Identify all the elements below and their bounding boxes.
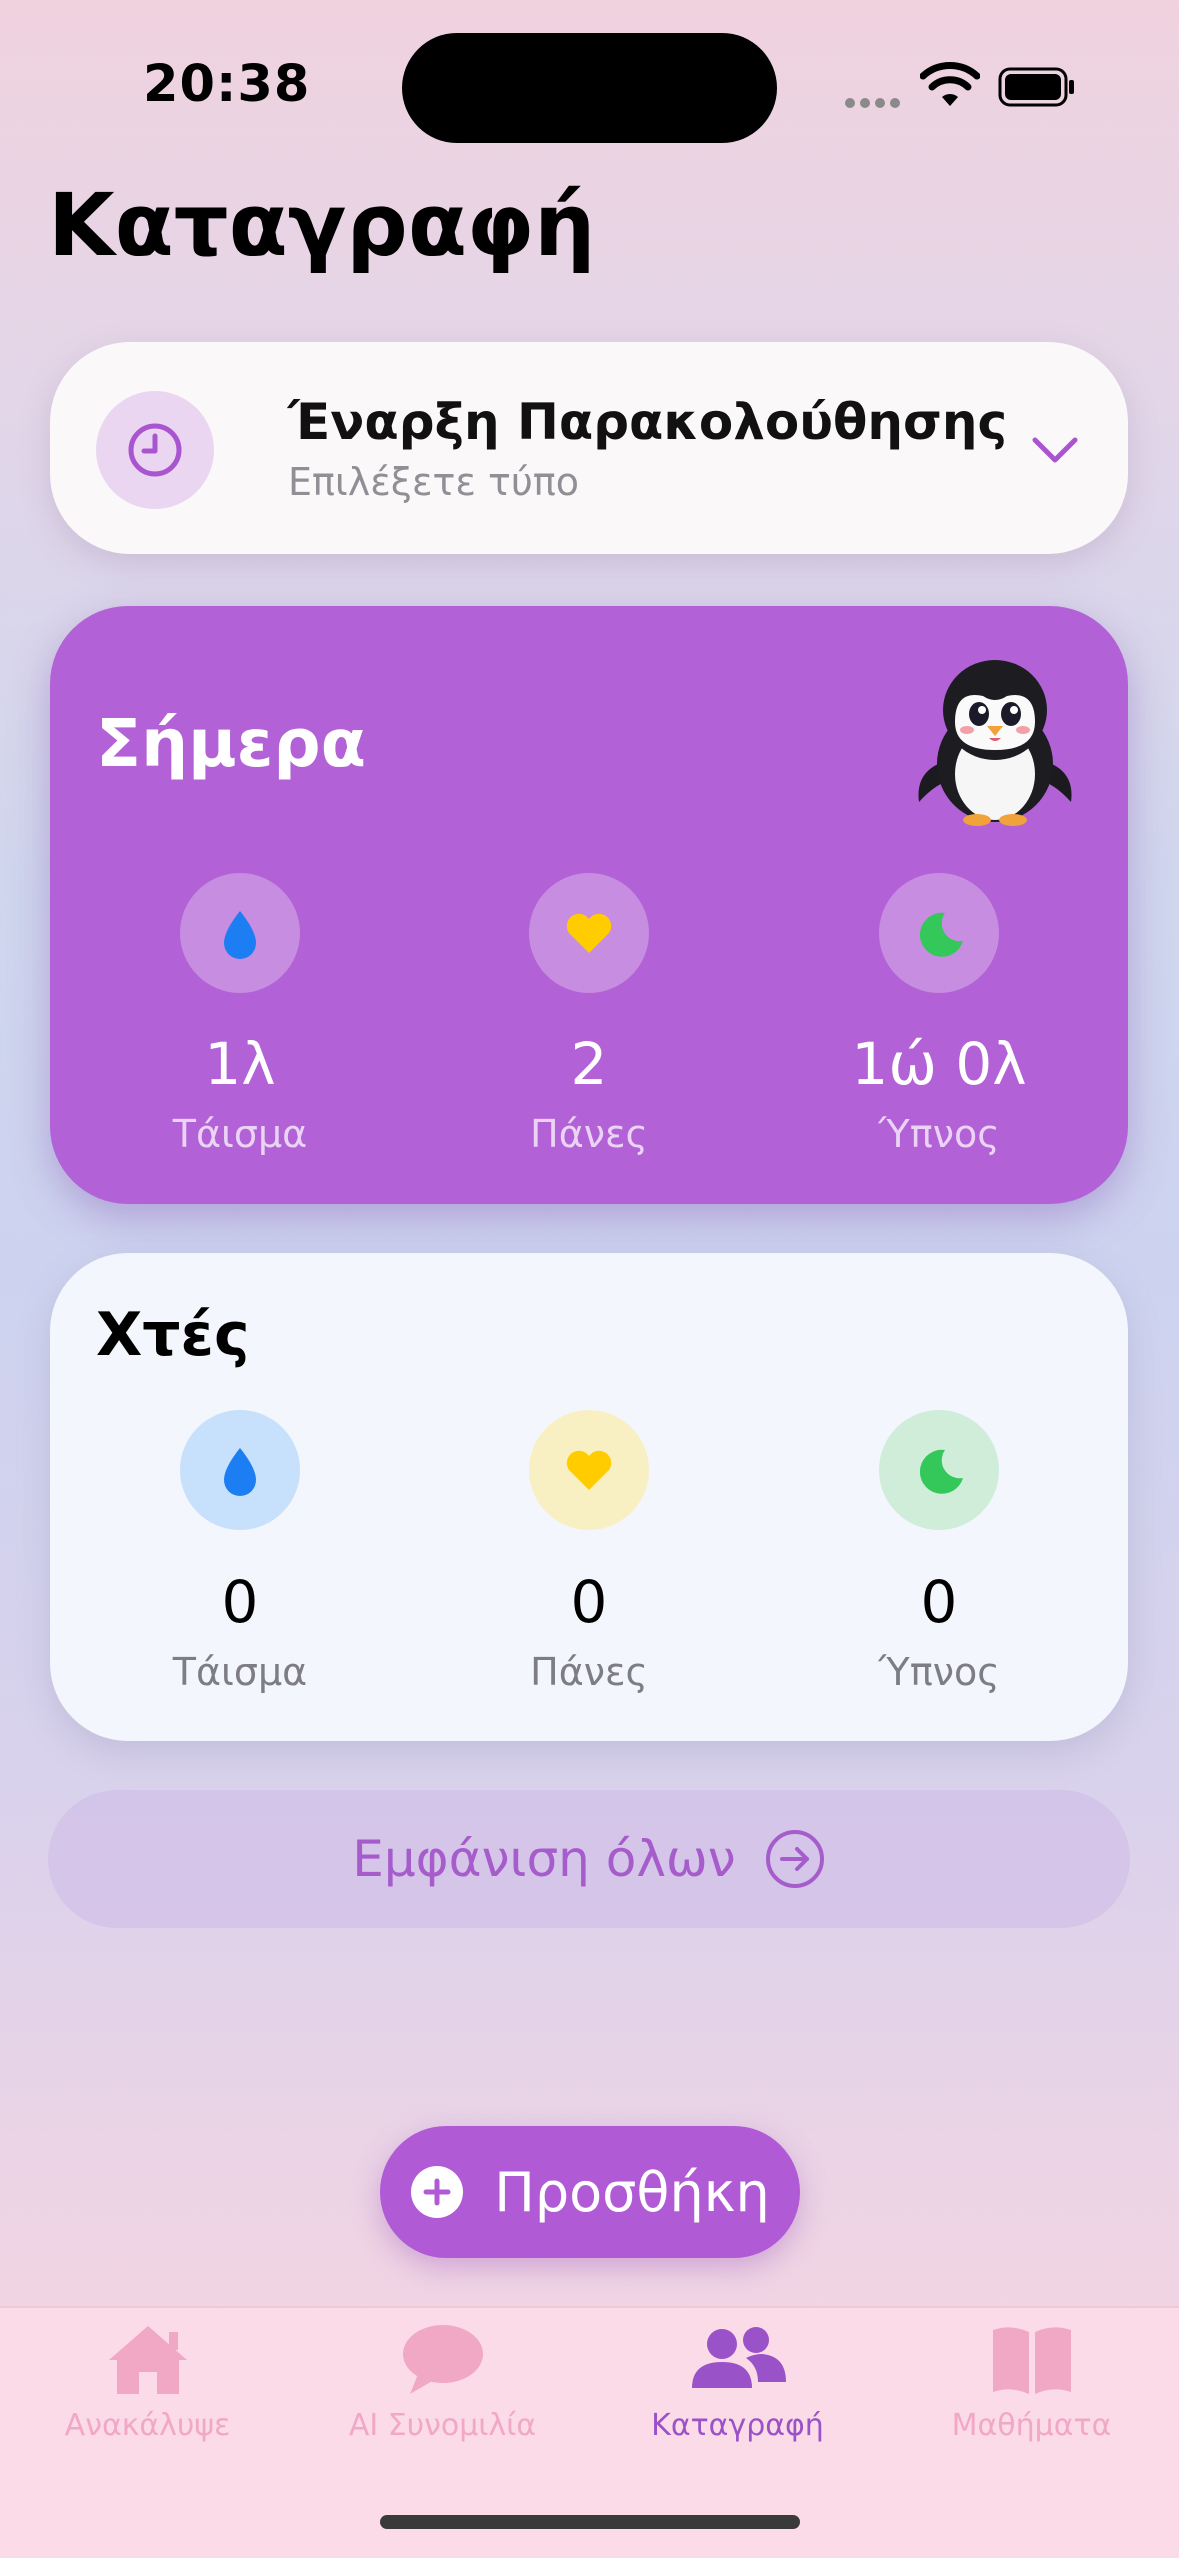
today-feeding-label: Τάισμα xyxy=(172,1112,308,1156)
house-icon xyxy=(108,2326,187,2394)
home-indicator xyxy=(380,2515,800,2529)
drop-icon xyxy=(180,873,300,993)
people-icon xyxy=(691,2327,786,2388)
yesterday-feeding-value: 0 xyxy=(221,1568,259,1636)
add-button[interactable]: Προσθήκη xyxy=(380,2126,800,2258)
clock-icon xyxy=(96,391,214,509)
tab-lessons[interactable]: Μαθήματα xyxy=(884,2322,1179,2443)
tab-discover-label: Ανακάλυψε xyxy=(64,2408,231,2443)
tracking-title: Έναρξη Παρακολούθησης xyxy=(288,393,1008,451)
heart-icon xyxy=(529,1410,649,1530)
cellular-signal-icon xyxy=(845,93,905,112)
tab-lessons-label: Μαθήματα xyxy=(951,2408,1112,2443)
tab-log[interactable]: Καταγραφή xyxy=(590,2322,885,2443)
dynamic-island xyxy=(402,33,777,143)
penguin-mascot xyxy=(918,660,1072,826)
today-diapers-label: Πάνες xyxy=(530,1112,648,1156)
today-feeding-value: 1λ xyxy=(204,1030,276,1098)
chat-bubble-icon xyxy=(402,2325,483,2394)
today-diapers-value: 2 xyxy=(570,1030,608,1098)
book-icon xyxy=(992,2327,1071,2394)
today-sleep-value: 1ώ 0λ xyxy=(851,1030,1027,1098)
tracking-subtitle: Επιλέξετε τύπο xyxy=(288,460,579,504)
today-title: Σήμερα xyxy=(96,705,366,782)
yesterday-title: Χτές xyxy=(96,1300,250,1370)
yesterday-diapers-value: 0 xyxy=(570,1568,608,1636)
status-time: 20:38 xyxy=(143,55,311,114)
show-all-button[interactable]: Εμφάνιση όλων xyxy=(48,1790,1130,1928)
wifi-icon xyxy=(920,62,980,106)
chevron-down-icon[interactable] xyxy=(1025,420,1085,480)
add-label: Προσθήκη xyxy=(494,2160,770,2224)
tab-ai-chat[interactable]: AI Συνομιλία xyxy=(295,2322,590,2443)
moon-icon xyxy=(879,1410,999,1530)
arrow-right-circle-icon xyxy=(765,1830,824,1888)
yesterday-sleep-label: Ύπνος xyxy=(878,1650,1000,1694)
yesterday-feeding-label: Τάισμα xyxy=(172,1650,308,1694)
tab-discover[interactable]: Ανακάλυψε xyxy=(0,2322,295,2443)
page-title: Καταγραφή xyxy=(48,176,596,276)
heart-icon xyxy=(529,873,649,993)
yesterday-diapers-label: Πάνες xyxy=(530,1650,648,1694)
tab-ai-chat-label: AI Συνομιλία xyxy=(348,2408,537,2443)
battery-icon xyxy=(998,67,1074,107)
drop-icon xyxy=(180,1410,300,1530)
show-all-label: Εμφάνιση όλων xyxy=(352,1830,736,1888)
today-sleep-label: Ύπνος xyxy=(878,1112,1000,1156)
yesterday-sleep-value: 0 xyxy=(920,1568,958,1636)
plus-circle-icon xyxy=(411,2166,464,2218)
tab-log-label: Καταγραφή xyxy=(651,2408,824,2443)
moon-icon xyxy=(879,873,999,993)
